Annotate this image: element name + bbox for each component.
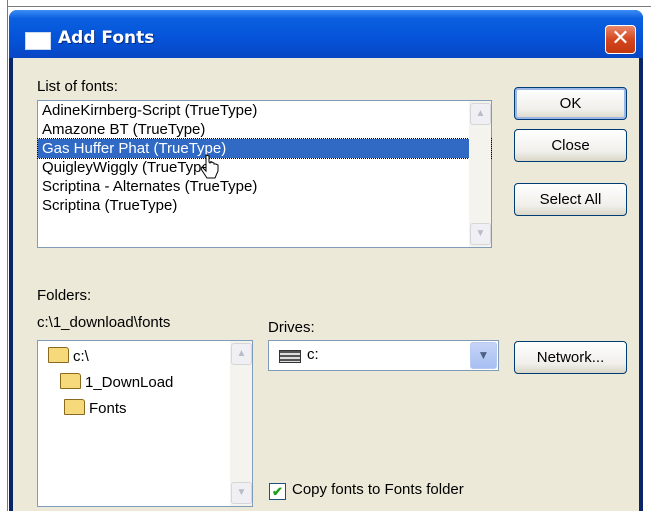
ok-button[interactable]: OK <box>514 87 627 120</box>
background-window-edge-left <box>0 0 8 511</box>
folder-item[interactable]: c:\ <box>48 347 89 365</box>
font-list-item[interactable]: QuigleyWiggly (TrueType) <box>38 158 491 177</box>
close-button[interactable]: Close <box>514 129 627 162</box>
drives-label: Drives: <box>268 319 315 336</box>
select-all-button[interactable]: Select All <box>514 183 627 216</box>
window-icon <box>25 32 51 50</box>
fonts-list-scrollbar[interactable]: ▲ ▼ <box>469 101 491 247</box>
folders-scrollbar[interactable]: ▲ ▼ <box>230 341 252 506</box>
scroll-down-arrow-icon[interactable]: ▼ <box>470 223 491 245</box>
folder-item[interactable]: Fonts <box>64 399 127 417</box>
font-list-item[interactable]: AdineKirnberg-Script (TrueType) <box>38 101 491 120</box>
fonts-listbox[interactable]: AdineKirnberg-Script (TrueType) Amazone B… <box>37 100 492 248</box>
folders-label: Folders: <box>37 287 92 304</box>
scroll-down-arrow-icon[interactable]: ▼ <box>231 482 252 504</box>
dialog-body: List of fonts: AdineKirnberg-Script (Tru… <box>13 58 639 511</box>
close-window-button[interactable]: ✕ <box>605 25 636 54</box>
open-folder-icon <box>60 373 81 389</box>
drive-icon <box>279 350 301 363</box>
title-bar[interactable]: Add Fonts ✕ <box>9 10 643 58</box>
current-folder-path: c:\1_download\fonts <box>37 314 171 331</box>
folder-item-label: c:\ <box>73 348 89 365</box>
copy-fonts-checkbox[interactable]: ✔ <box>269 483 286 500</box>
copy-fonts-label[interactable]: Copy fonts to Fonts folder <box>292 481 464 498</box>
open-folder-icon <box>48 347 69 363</box>
drive-selected-value: c: <box>307 346 319 363</box>
font-list-item[interactable]: Scriptina (TrueType) <box>38 196 491 215</box>
background-window-edge-top <box>0 0 651 7</box>
dialog-title: Add Fonts <box>58 28 155 48</box>
open-folder-icon <box>64 399 85 415</box>
drives-combobox[interactable]: c: ▼ <box>268 340 499 371</box>
folders-treeview[interactable]: c:\ 1_DownLoad Fonts ▲ ▼ <box>37 340 253 507</box>
font-list-item[interactable]: Amazone BT (TrueType) <box>38 120 491 139</box>
scroll-up-arrow-icon[interactable]: ▲ <box>470 103 491 125</box>
mouse-cursor-icon <box>201 154 219 179</box>
font-list-item[interactable]: Scriptina - Alternates (TrueType) <box>38 177 491 196</box>
font-list-item[interactable]: Gas Huffer Phat (TrueType) <box>37 138 492 159</box>
add-fonts-dialog: Add Fonts ✕ List of fonts: AdineKirnberg… <box>9 10 643 511</box>
network-button[interactable]: Network... <box>514 341 627 374</box>
scroll-up-arrow-icon[interactable]: ▲ <box>231 343 252 365</box>
folder-item-label: 1_DownLoad <box>85 374 174 391</box>
folder-item[interactable]: 1_DownLoad <box>60 373 173 391</box>
folder-item-label: Fonts <box>89 400 127 417</box>
chevron-down-icon[interactable]: ▼ <box>470 342 497 369</box>
fonts-list-label: List of fonts: <box>37 78 118 95</box>
